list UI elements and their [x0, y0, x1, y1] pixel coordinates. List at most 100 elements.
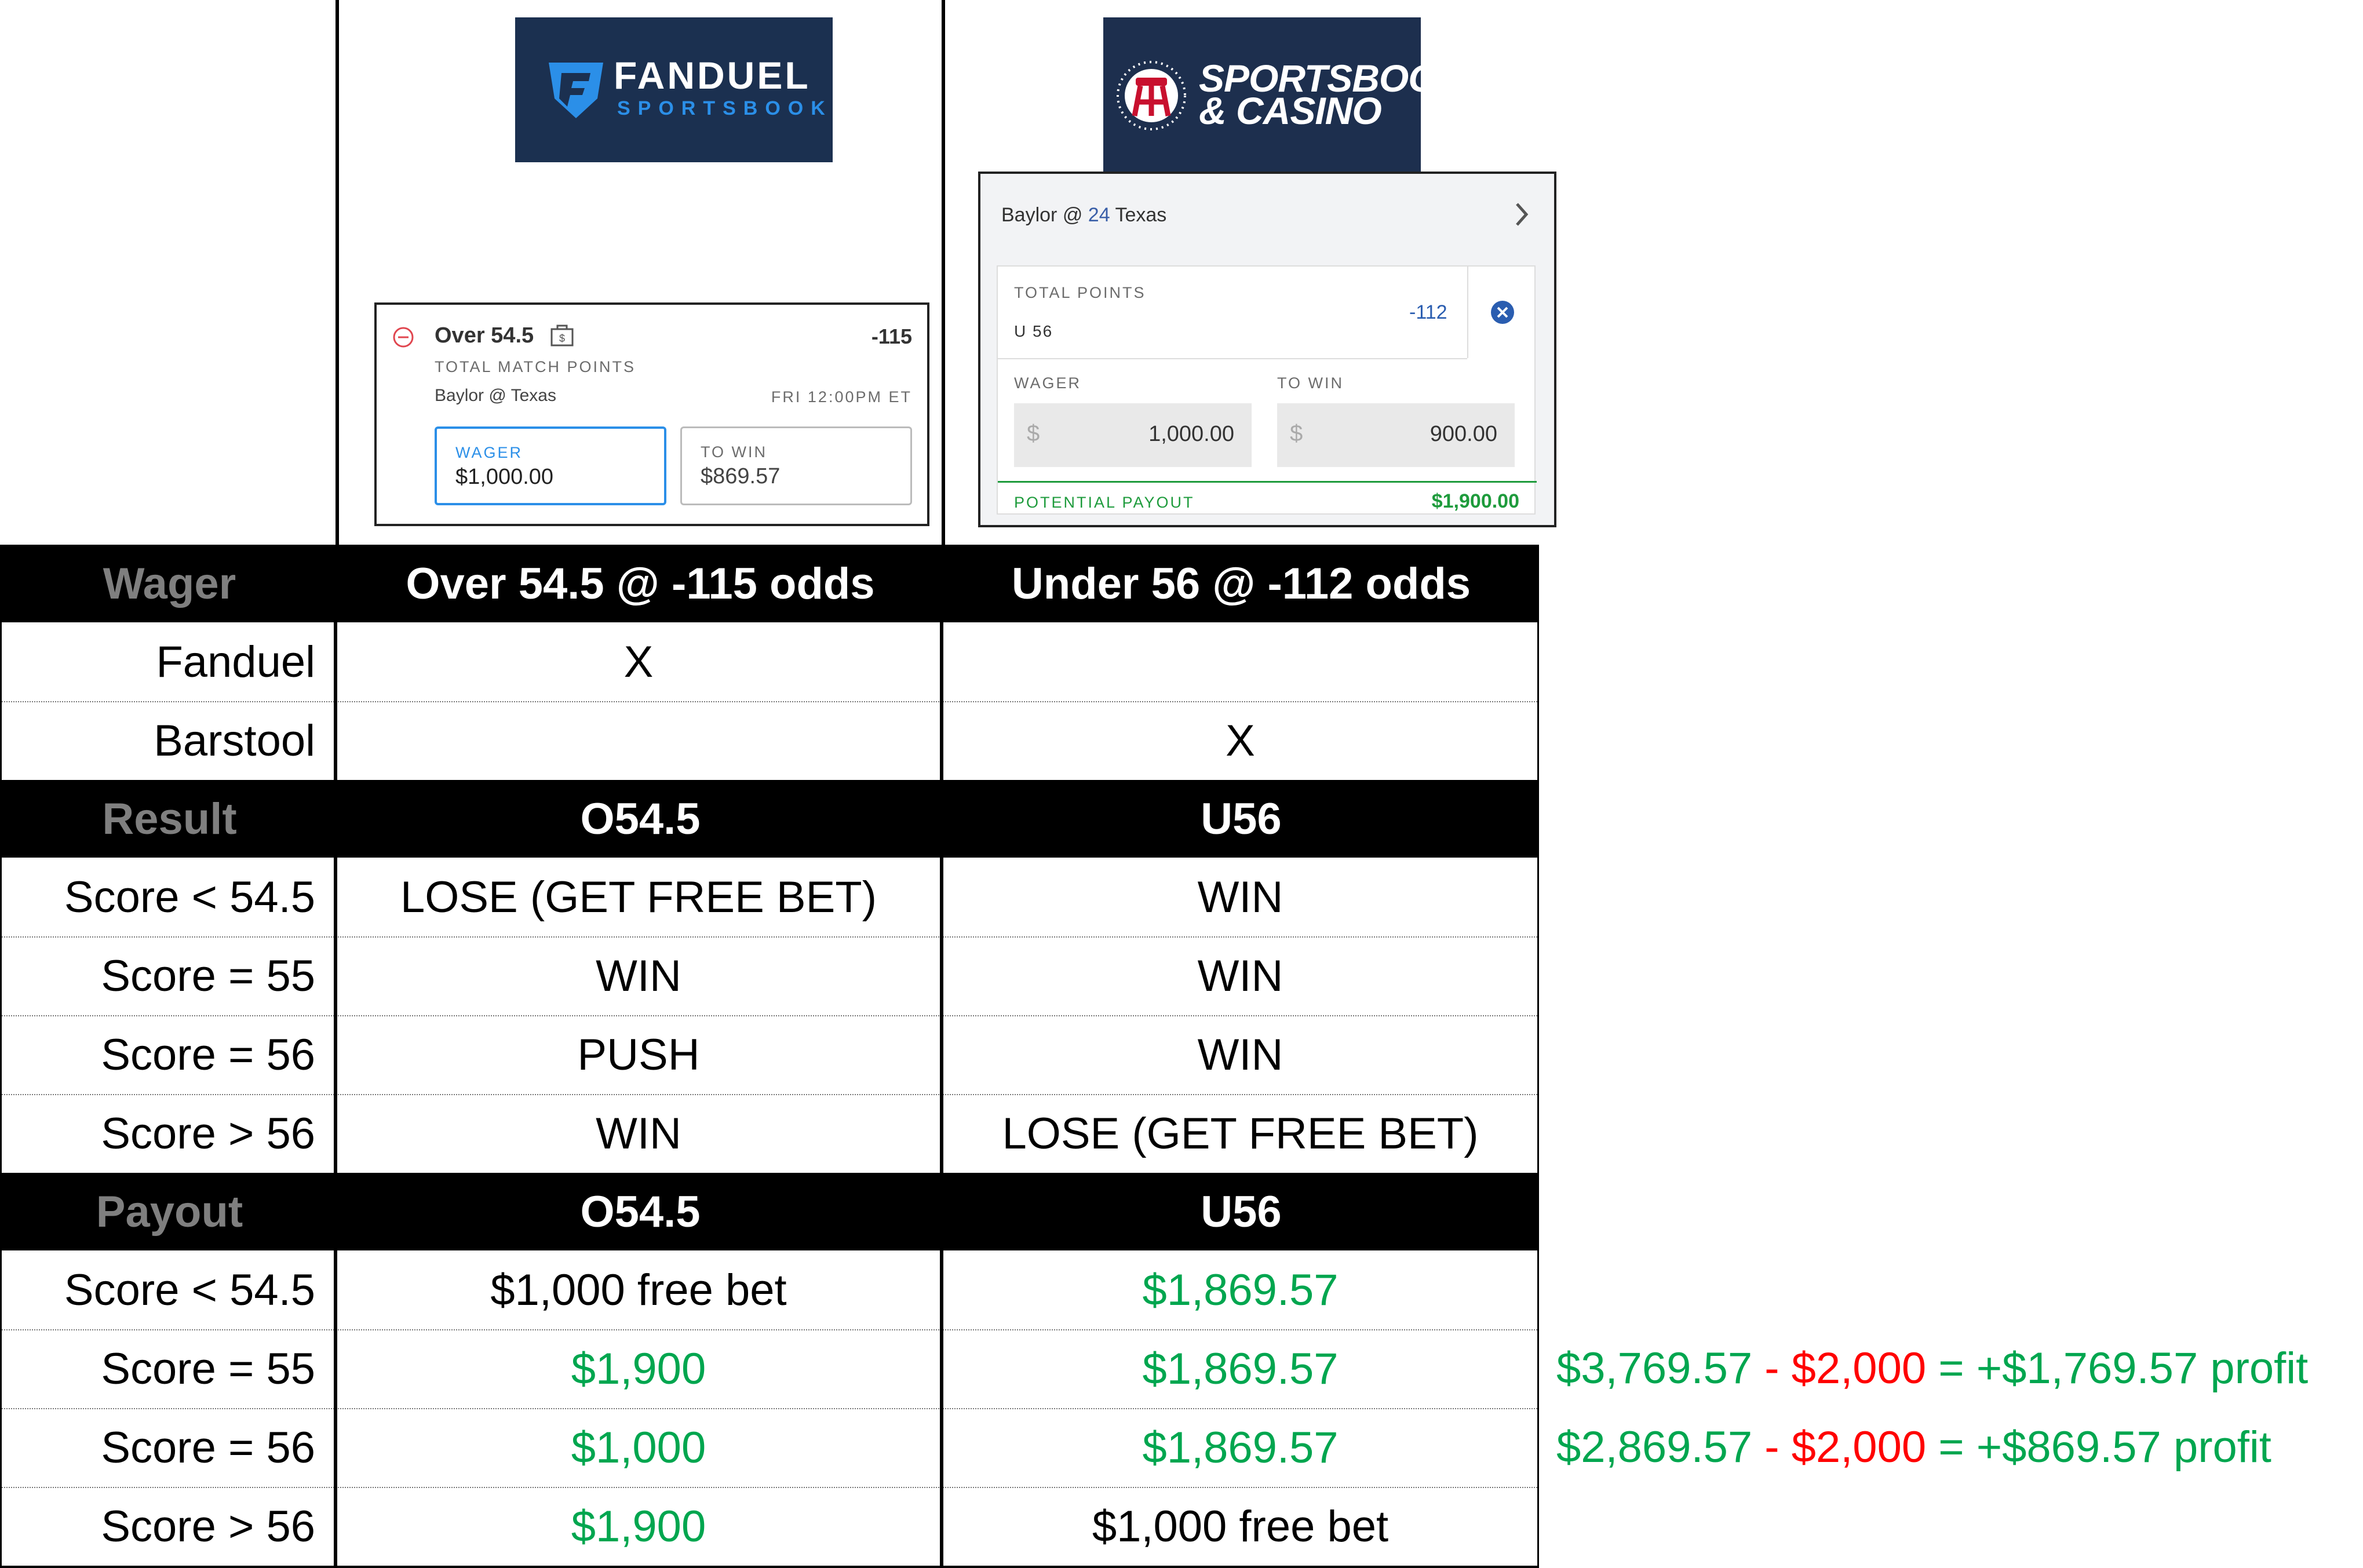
table-row: Barstool X [0, 701, 1539, 781]
row-label: Score = 55 [0, 936, 337, 1015]
profit-cost: $2,000 [1791, 1344, 1927, 1393]
barstool-stool-icon [1117, 61, 1186, 130]
row-cell: WIN [337, 1094, 943, 1173]
row-cell [337, 701, 943, 780]
fanduel-logo-subtext: SPORTSBOOK [617, 97, 833, 119]
row-cell: $1,869.57 [943, 1408, 1539, 1487]
boost-icon: $ [550, 324, 574, 347]
payout-value: $1,900.00 [1431, 490, 1519, 512]
remove-selection-icon[interactable] [392, 326, 415, 349]
row-cell: $1,000 free bet [337, 1250, 943, 1329]
column-divider-right [942, 0, 945, 545]
remove-bet-icon[interactable] [1489, 299, 1516, 326]
wager-header-under: Under 56 @ -112 odds [1011, 559, 1471, 608]
fanduel-logo: FANDUEL SPORTSBOOK [515, 17, 833, 162]
bet-panel: TOTAL POINTS U 56 -112 WAGER TO WIN $ 1,… [997, 265, 1537, 515]
payout-header-label: Payout [0, 1173, 337, 1250]
barstool-selection: U 56 [1014, 322, 1053, 340]
row-cell [943, 622, 1539, 701]
result-header-under: U56 [1201, 794, 1282, 844]
row-cell: $1,900 [337, 1329, 943, 1408]
column-divider-left [336, 0, 339, 545]
row-cell: X [337, 622, 943, 701]
to-win-currency: $ [1290, 421, 1303, 446]
barstool-bet-slip: Baylor @ 24 Texas TOTAL POINTS U 56 -112… [978, 172, 1556, 527]
row-label: Barstool [0, 701, 337, 780]
selection-odds: -115 [871, 324, 912, 348]
row-cell: X [943, 701, 1539, 780]
table-row: Score < 54.5 $1,000 free bet $1,869.57 [0, 1250, 1539, 1330]
team-2: Texas [1115, 204, 1167, 226]
row-cell: WIN [337, 936, 943, 1015]
table-row: Score = 56 PUSH WIN [0, 1015, 1539, 1095]
panel-divider [998, 358, 1467, 359]
row-label: Score = 56 [0, 1015, 337, 1094]
profit-note-score-56: $2,869.57 - $2,000 = +$869.57 profit [1556, 1422, 2271, 1472]
row-cell: WIN [943, 1015, 1539, 1094]
row-label: Score = 55 [0, 1329, 337, 1408]
team-rank: 24 [1088, 204, 1110, 226]
wager-header-over: Over 54.5 @ -115 odds [406, 559, 875, 608]
to-win-field[interactable]: TO WIN $869.57 [680, 426, 912, 505]
barstool-to-win-value: 900.00 [1430, 422, 1497, 446]
profit-result: = +$869.57 profit [1926, 1423, 2271, 1472]
result-header-over: O54.5 [580, 794, 701, 844]
profit-note-score-55: $3,769.57 - $2,000 = +$1,769.57 profit [1556, 1343, 2308, 1394]
odds-divider [1467, 267, 1468, 358]
table-row: Fanduel X [0, 622, 1539, 702]
table-row: Score > 56 WIN LOSE (GET FREE BET) [0, 1094, 1539, 1174]
row-cell: $1,869.57 [943, 1250, 1539, 1329]
game-time: FRI 12:00PM ET [771, 388, 912, 406]
wager-label: WAGER [455, 444, 523, 461]
wager-currency: $ [1027, 421, 1040, 446]
wager-value: $1,000.00 [455, 465, 554, 489]
selection-title: Over 54.5 [435, 323, 534, 348]
chevron-right-icon[interactable] [1512, 200, 1531, 228]
payout-header-over: O54.5 [580, 1187, 701, 1237]
barstool-to-win-label: TO WIN [1277, 374, 1344, 392]
row-label: Score < 54.5 [0, 858, 337, 936]
row-cell: WIN [943, 858, 1539, 936]
profit-cost: $2,000 [1791, 1423, 1927, 1472]
row-label: Score > 56 [0, 1094, 337, 1173]
row-cell: $1,900 [337, 1487, 943, 1566]
wager-header-label: Wager [0, 545, 337, 622]
table-row: Score = 56 $1,000 $1,869.57 [0, 1408, 1539, 1488]
barstool-wager-value: 1,000.00 [1148, 422, 1234, 446]
wager-input[interactable]: WAGER $1,000.00 [435, 426, 666, 505]
barstool-wager-label: WAGER [1014, 374, 1081, 392]
profit-minus: - [1752, 1344, 1792, 1393]
svg-text:$: $ [559, 333, 565, 344]
payout-divider [998, 481, 1537, 483]
payout-header-under: U56 [1201, 1187, 1282, 1237]
barstool-logo-subtext: & CASINO [1199, 89, 1382, 132]
row-label: Score > 56 [0, 1487, 337, 1566]
payout-label: POTENTIAL PAYOUT [1014, 494, 1195, 511]
barstool-matchup[interactable]: Baylor @ 24 Texas [1001, 204, 1166, 227]
row-cell: $1,000 free bet [943, 1487, 1539, 1566]
profit-result: = +$1,769.57 profit [1926, 1344, 2309, 1393]
matchup-label: Baylor @ Texas [435, 386, 556, 405]
row-label: Fanduel [0, 622, 337, 701]
row-cell: $1,869.57 [943, 1329, 1539, 1408]
barstool-logo: SPORTSBOOK & CASINO [1103, 17, 1465, 172]
profit-total: $3,769.57 [1556, 1344, 1753, 1393]
market-label: TOTAL MATCH POINTS [435, 358, 636, 375]
result-header-label: Result [0, 780, 337, 858]
result-header-row: Result O54.5 U56 [0, 780, 1539, 858]
barstool-market-label: TOTAL POINTS [1014, 284, 1146, 301]
row-cell: LOSE (GET FREE BET) [337, 858, 943, 936]
barstool-to-win-field[interactable]: $ 900.00 [1277, 403, 1515, 467]
barstool-odds: -112 [1409, 301, 1447, 323]
table-row: Score < 54.5 LOSE (GET FREE BET) WIN [0, 858, 1539, 938]
to-win-value: $869.57 [701, 464, 781, 488]
barstool-wager-input[interactable]: $ 1,000.00 [1014, 403, 1252, 467]
table-row: Score = 55 WIN WIN [0, 936, 1539, 1016]
profit-minus: - [1752, 1423, 1792, 1472]
wager-header-row: Wager Over 54.5 @ -115 odds Under 56 @ -… [0, 545, 1539, 622]
to-win-label: TO WIN [701, 443, 767, 461]
row-cell: $1,000 [337, 1408, 943, 1487]
row-label: Score < 54.5 [0, 1250, 337, 1329]
fanduel-shield-icon [549, 63, 603, 118]
team-1: Baylor @ [1001, 204, 1083, 226]
